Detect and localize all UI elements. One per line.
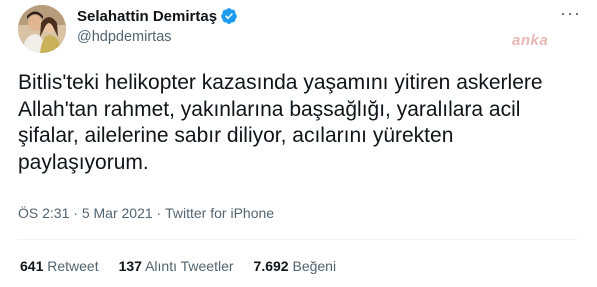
tweet-text-line: şifalar, ailelerine sabır diliyor, acıla… bbox=[18, 124, 454, 147]
meta-separator: · bbox=[152, 205, 166, 221]
more-options-icon[interactable]: ··· bbox=[560, 4, 581, 22]
likes-count: 7.692 bbox=[253, 258, 289, 274]
tweet-meta: ÖS 2:31 · 5 Mar 2021 · Twitter for iPhon… bbox=[18, 205, 274, 221]
tweet-text: Bitlis'teki helikopter kazasında yaşamın… bbox=[18, 70, 578, 176]
author-handle[interactable]: @hdpdemirtas bbox=[77, 29, 172, 45]
retweets-count: 641 bbox=[20, 258, 44, 274]
tweet-date[interactable]: 5 Mar 2021 bbox=[82, 205, 153, 221]
display-name[interactable]: Selahattin Demirtaş bbox=[77, 8, 217, 25]
tweet-card: Selahattin Demirtaş @hdpdemirtas ··· ank… bbox=[0, 0, 597, 287]
tweet-text-line: paylaşıyorum. bbox=[18, 150, 149, 174]
meta-separator: · bbox=[69, 205, 82, 221]
tweet-stats: 641 Retweet 137 Alıntı Tweetler 7.692 Be… bbox=[20, 258, 336, 274]
tweet-source[interactable]: Twitter for iPhone bbox=[165, 205, 274, 221]
retweets-label: Retweet bbox=[47, 258, 99, 274]
quotes-count: 137 bbox=[118, 258, 142, 274]
likes-stat[interactable]: 7.692 Beğeni bbox=[254, 258, 337, 274]
avatar[interactable] bbox=[18, 5, 66, 53]
retweets-stat[interactable]: 641 Retweet bbox=[20, 258, 99, 274]
divider bbox=[18, 239, 578, 240]
watermark-logo: anka bbox=[512, 32, 549, 49]
tweet-time[interactable]: ÖS 2:31 bbox=[18, 205, 69, 221]
avatar-image bbox=[18, 5, 66, 53]
tweet-text-line: Allah'tan rahmet, yakınlarına başsağlığı… bbox=[18, 97, 521, 121]
quotes-stat[interactable]: 137 Alıntı Tweetler bbox=[119, 258, 234, 274]
verified-badge-icon bbox=[220, 7, 238, 25]
quotes-label: Alıntı Tweetler bbox=[145, 258, 234, 274]
author-name-row[interactable]: Selahattin Demirtaş bbox=[77, 7, 238, 25]
tweet-text-line: Bitlis'teki helikopter kazasında yaşamın… bbox=[18, 71, 543, 94]
likes-label: Beğeni bbox=[292, 258, 337, 274]
